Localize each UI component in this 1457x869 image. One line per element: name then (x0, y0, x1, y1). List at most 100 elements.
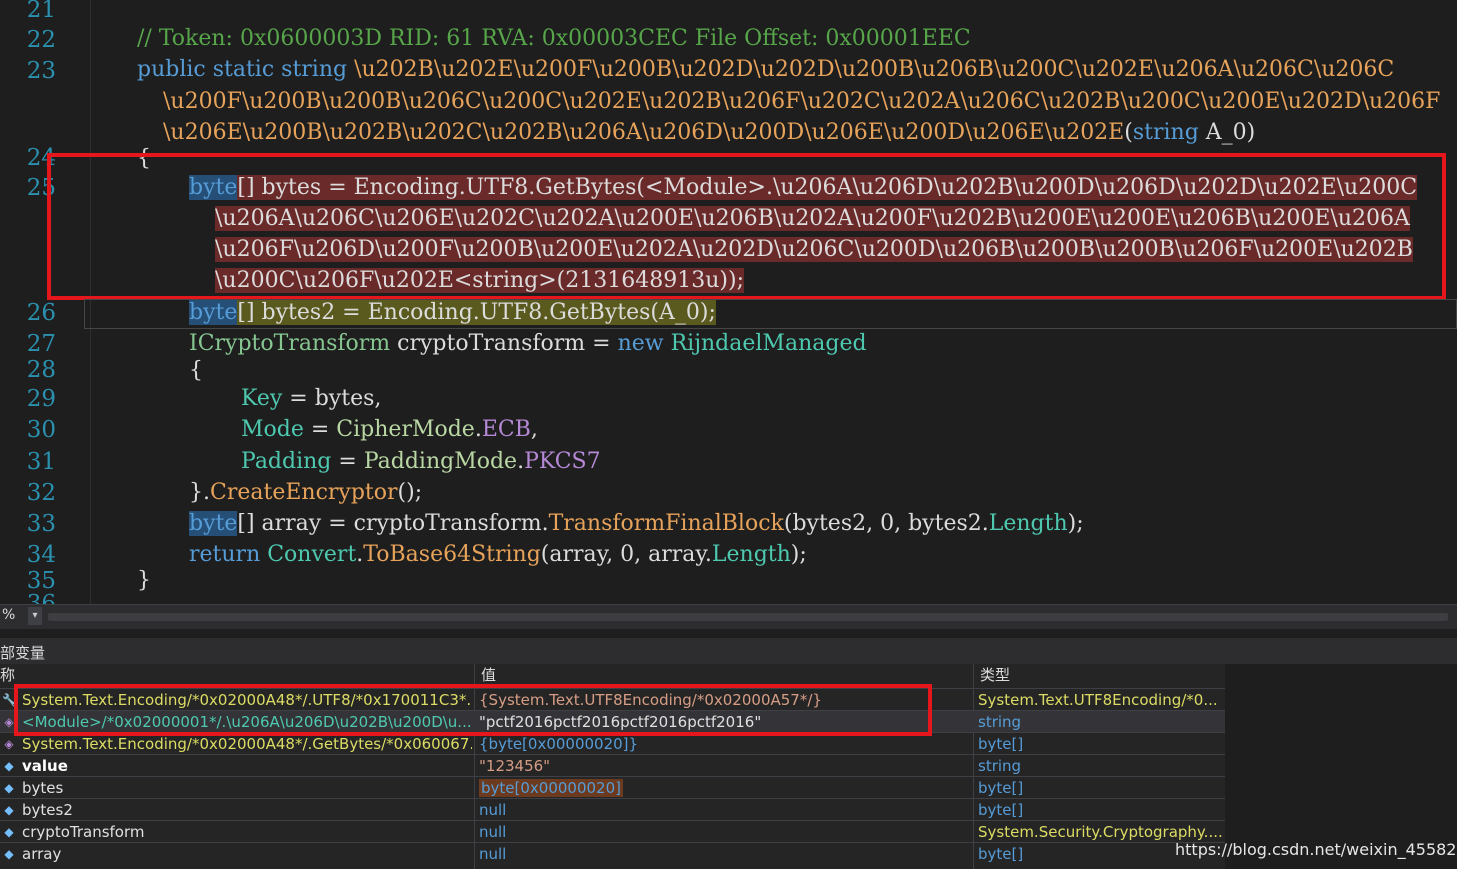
variable-name: bytes2 (22, 801, 73, 819)
code-text: (); (397, 480, 423, 505)
watermark-text: https://blog.csdn.net/weixin_45582916 (1175, 840, 1457, 859)
keyword: new (617, 331, 664, 356)
column-header-type[interactable]: 类型 (980, 664, 1010, 686)
code-line-23-wrap-2: \u206E\u200B\u202B\u202C\u202B\u206A\u20… (163, 120, 1256, 145)
variable-name: System.Text.Encoding/*0x02000A48*/.GetBy… (22, 735, 472, 753)
class-name: RijndaelManaged (663, 331, 867, 356)
variable-type: System.Text.UTF8Encoding/*0... (978, 691, 1218, 709)
keyword: public static string (137, 57, 348, 82)
code-text: . (474, 417, 482, 442)
table-row[interactable]: ◆ bytes2 null byte[] (0, 798, 1225, 821)
variable-value: null (479, 823, 507, 841)
zoom-level[interactable]: % (2, 607, 15, 623)
table-row[interactable]: ◆ array null byte[] (0, 842, 1225, 865)
line-number: 36 (26, 591, 56, 604)
code-line-27: ICryptoTransform cryptoTransform = new R… (189, 330, 867, 358)
variable-value: {byte[0x00000020]} (479, 735, 639, 753)
line-number: 30 (26, 417, 56, 443)
variable-type: string (978, 757, 1022, 775)
property: Length (711, 542, 791, 567)
type-name: ICryptoTransform (189, 331, 391, 356)
line-number: 28 (26, 357, 56, 383)
column-header-value[interactable]: 值 (481, 664, 496, 686)
code-text: = (331, 449, 364, 474)
enum-value: PKCS7 (524, 449, 601, 474)
locals-grid[interactable]: 称 值 类型 🔧 System.Text.Encoding/*0x02000A4… (0, 664, 1225, 869)
cube-icon: ◈ (4, 737, 14, 751)
line-number: 34 (26, 542, 56, 568)
variable-value: null (479, 845, 507, 863)
line-number: 32 (26, 480, 56, 506)
field-icon: ◆ (4, 781, 14, 795)
changed-value: byte[0x00000020] (479, 779, 623, 797)
code-line-33: byte[] array = cryptoTransform.Transform… (189, 510, 1084, 538)
variable-name: bytes (22, 779, 64, 797)
code-text: ); (1067, 511, 1084, 536)
parameter: A_0) (1198, 120, 1256, 145)
variable-type: byte[] (978, 801, 1024, 819)
code-text: [] array = cryptoTransform. (237, 511, 549, 536)
field-icon: ◆ (4, 847, 14, 861)
property: Key (241, 386, 283, 411)
field-icon: ◆ (4, 803, 14, 817)
method-name: ToBase64String (363, 542, 541, 567)
property: Padding (241, 449, 332, 474)
code-text: (array, 0, array. (540, 542, 712, 567)
code-comment: // Token: 0x0600003D RID: 61 RVA: 0x0000… (137, 26, 971, 51)
line-number: 23 (26, 58, 56, 84)
enum-type: PaddingMode (363, 449, 518, 474)
line-number: 33 (26, 511, 56, 537)
code-line-23: public static string \u202B\u202E\u200F\… (137, 56, 1394, 84)
code-text: [] bytes2 = Encoding.UTF8.GetBytes(A_0); (237, 300, 716, 325)
variable-value: "123456" (479, 757, 551, 775)
table-row[interactable]: ◆ cryptoTransform null System.Security.C… (0, 820, 1225, 843)
right-panel (1225, 664, 1457, 869)
variable-type: byte[] (978, 779, 1024, 797)
line-number: 21 (26, 0, 56, 23)
method-name: CreateEncryptor (210, 480, 398, 505)
code-line-32: }.CreateEncryptor(); (189, 479, 422, 507)
code-line-28: { (189, 358, 203, 383)
property: Length (988, 511, 1068, 536)
keyword: return (189, 542, 261, 567)
highlight-box-code (47, 153, 1446, 300)
close-brace: } (137, 568, 151, 593)
field-icon: ◆ (4, 759, 14, 773)
table-row[interactable]: ◆ value "123456" string (0, 754, 1225, 777)
line-number: 26 (26, 300, 56, 326)
code-line-23-wrap-1: \u200F\u200B\u200B\u206C\u200C\u202E\u20… (163, 89, 1441, 114)
code-text: }. (189, 480, 210, 505)
horizontal-scrollbar[interactable] (48, 613, 1448, 621)
column-header-name[interactable]: 称 (0, 664, 15, 686)
line-number: 22 (26, 27, 56, 53)
code-text: = (303, 417, 337, 442)
code-line-26: byte[] bytes2 = Encoding.UTF8.GetBytes(A… (189, 299, 716, 327)
table-row[interactable]: ◆ bytes byte[0x00000020] byte[] (0, 776, 1225, 799)
code-editor[interactable]: 21 22 23 24 25 26 27 28 29 30 31 32 33 3… (0, 0, 1457, 604)
code-line-29: Key = bytes, (241, 385, 381, 413)
code-text: , (530, 417, 538, 442)
keyword: byte (189, 511, 238, 536)
enum-value: ECB (481, 417, 531, 442)
line-number: 27 (26, 331, 56, 357)
keyword: string (1132, 120, 1199, 145)
code-text: (bytes2, 0, bytes2. (783, 511, 989, 536)
enum-type: CipherMode (336, 417, 475, 442)
code-line-30: Mode = CipherMode.ECB, (241, 416, 538, 444)
code-text: cryptoTransform = (390, 331, 618, 356)
line-number: 31 (26, 449, 56, 475)
property: Mode (241, 417, 304, 442)
code-text: = bytes, (282, 386, 382, 411)
variable-name: array (22, 845, 62, 863)
locals-panel-title: 部变量 (0, 644, 46, 662)
variable-name: cryptoTransform (22, 823, 145, 841)
variable-value: null (479, 801, 507, 819)
highlight-box-locals (14, 684, 932, 736)
method-name: TransformFinalBlock (548, 511, 784, 536)
method-name: \u206E\u200B\u202B\u202C\u202B\u206A\u20… (163, 120, 1125, 145)
variable-name: value (22, 757, 68, 775)
zoom-dropdown-icon[interactable]: ▾ (28, 607, 42, 625)
code-line-31: Padding = PaddingMode.PKCS7 (241, 448, 601, 476)
code-text: ); (790, 542, 807, 567)
method-name: \u202B\u202E\u200F\u200B\u202D\u202D\u20… (347, 57, 1395, 82)
